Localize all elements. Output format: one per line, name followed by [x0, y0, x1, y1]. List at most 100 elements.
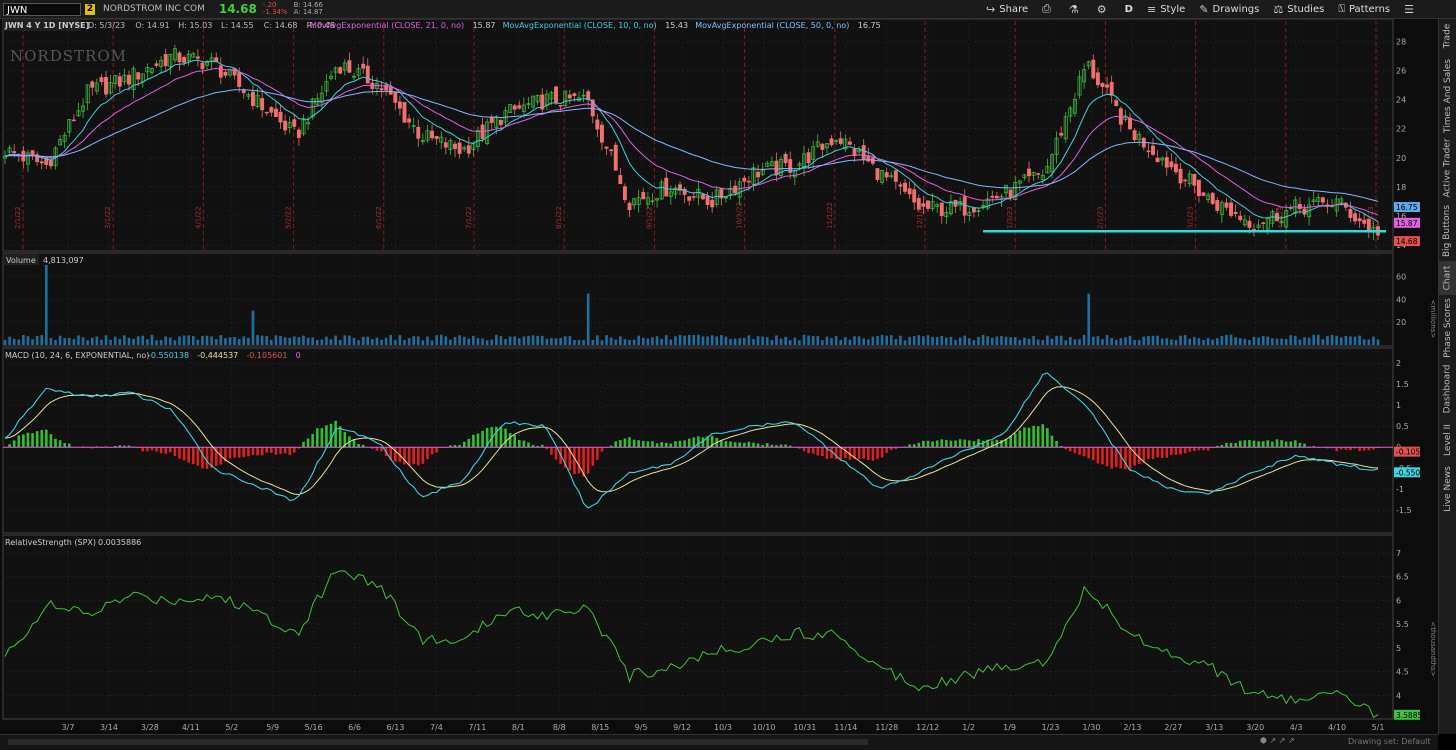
- candle-body: [40, 162, 43, 163]
- chart-area[interactable]: 2/1/223/1/224/1/225/2/226/1/227/1/228/1/…: [0, 19, 1438, 738]
- volume-bar: [376, 338, 379, 345]
- candle-body: [940, 203, 943, 216]
- x-tick: 10/31: [793, 723, 816, 732]
- volume-bar: [100, 340, 103, 345]
- share-button[interactable]: ↪Share: [986, 3, 1028, 16]
- candle-body: [1367, 219, 1370, 232]
- watermark: NORDSTROM: [10, 47, 127, 65]
- x-tick: 1/23: [1042, 723, 1060, 732]
- study-label: MovAvgExponential (CLOSE, 21, 0, no): [310, 21, 464, 30]
- volume-bar: [1055, 336, 1058, 345]
- volume-bar: [270, 340, 273, 345]
- tab-label: Dashboard: [1443, 365, 1453, 414]
- flask-button[interactable]: ⚗: [1069, 3, 1083, 16]
- macd-histogram-bar: [500, 427, 503, 447]
- volume-bar: [229, 337, 232, 345]
- patterns-button[interactable]: ⍂Patterns: [1338, 2, 1390, 16]
- volume-bar: [1202, 340, 1205, 345]
- tab-times-and-sales[interactable]: Times And Sales: [1439, 59, 1456, 133]
- volume-bar: [963, 336, 966, 345]
- macd-histogram-bar: [13, 440, 16, 447]
- volume-bar: [697, 335, 700, 345]
- volume-bar: [1285, 339, 1288, 345]
- volume-bar: [872, 337, 875, 345]
- print-button[interactable]: ⎙: [1042, 2, 1055, 16]
- macd-histogram-bar: [1143, 447, 1146, 462]
- macd-histogram-bar: [146, 447, 149, 451]
- x-tick: 5/2: [225, 723, 238, 732]
- volume-bar: [1276, 339, 1279, 345]
- candle-body: [1115, 101, 1118, 106]
- date-note-label: 5/2/22: [285, 206, 293, 229]
- horizontal-scrollbar[interactable]: [8, 739, 868, 745]
- bottom-tools[interactable]: ⬢ ↗ ↗ ↗: [1260, 736, 1295, 745]
- tab-live-news[interactable]: Live News: [1439, 465, 1456, 513]
- tab-big-buttons[interactable]: Big Buttons: [1439, 203, 1456, 259]
- volume-bar: [518, 338, 521, 345]
- volume-label[interactable]: Volume: [6, 256, 36, 265]
- macd-histogram-bar: [513, 435, 516, 447]
- date-note-label: 7/1/22: [465, 206, 473, 229]
- volume-bar: [1064, 340, 1067, 345]
- tab-level-ii[interactable]: Level II: [1439, 419, 1456, 461]
- volume-bar: [674, 336, 677, 345]
- symbol-input[interactable]: JWN: [3, 3, 81, 16]
- period-button[interactable]: D: [1125, 4, 1133, 15]
- studies-button[interactable]: ⚖Studies: [1273, 3, 1324, 16]
- x-tick: 11/28: [875, 723, 898, 732]
- volume-bar: [1354, 337, 1357, 345]
- volume-bar: [178, 336, 181, 345]
- volume-bar: [339, 340, 342, 345]
- settings-button[interactable]: ⚙: [1097, 3, 1111, 16]
- volume-bar: [4, 340, 7, 345]
- tab-chart[interactable]: Chart: [1439, 261, 1456, 295]
- chart-svg[interactable]: 2/1/223/1/224/1/225/2/226/1/227/1/228/1/…: [0, 19, 1438, 734]
- volume-bar: [679, 335, 682, 345]
- rs-label[interactable]: RelativeStrength (SPX): [5, 538, 96, 547]
- macd-histogram-bar: [1253, 441, 1256, 448]
- macd-histogram-bar: [1266, 440, 1269, 447]
- date-note-label: 9/1/22: [645, 206, 653, 229]
- x-tick: 2/27: [1164, 723, 1182, 732]
- tab-active-trader[interactable]: Active Trader: [1439, 137, 1456, 199]
- bottom-bar: ⬢ ↗ ↗ ↗ Drawing set: Default: [0, 734, 1438, 750]
- style-label: Style: [1160, 4, 1185, 15]
- tab-label: Big Buttons: [1443, 205, 1453, 257]
- last-price: 14.68: [219, 2, 257, 16]
- volume-bar: [725, 337, 728, 345]
- date-note-label: 3/1/23: [1187, 206, 1195, 229]
- more-button[interactable]: ☰: [1404, 3, 1418, 16]
- ohlc-value: D: 5/3/23: [88, 21, 125, 30]
- volume-bar: [1156, 336, 1159, 345]
- macd-histogram-bar: [614, 441, 617, 447]
- macd-histogram-bar: [334, 421, 337, 447]
- tab-trade[interactable]: Trade: [1439, 19, 1456, 53]
- volume-bar: [1188, 339, 1191, 345]
- volume-bar: [54, 340, 57, 345]
- volume-bar: [22, 335, 25, 345]
- volume-bar: [275, 335, 278, 345]
- volume-bar: [605, 335, 608, 345]
- candle-body: [1353, 214, 1356, 221]
- candle-body: [1037, 174, 1040, 175]
- volume-bar: [986, 336, 989, 345]
- tab-dashboard[interactable]: Dashboard: [1439, 361, 1456, 417]
- x-tick: 4/10: [1328, 723, 1346, 732]
- volume-bar: [1248, 340, 1251, 345]
- volume-bar: [183, 335, 186, 345]
- price-header[interactable]: JWN 4 Y 1D [NYSE]: [4, 21, 89, 30]
- candle-body: [389, 87, 392, 94]
- macd-histogram-bar: [968, 440, 971, 447]
- drawings-button[interactable]: ✎Drawings: [1199, 3, 1259, 16]
- candle-body: [490, 117, 493, 123]
- volume-bar: [1106, 335, 1109, 345]
- volume-bar: [408, 338, 411, 345]
- volume-bar: [821, 340, 824, 345]
- macd-histogram-bar: [1009, 436, 1012, 447]
- style-button[interactable]: ≡Style: [1147, 3, 1185, 16]
- link-group-badge[interactable]: 2: [85, 4, 95, 15]
- macd-histogram-bar: [238, 447, 241, 457]
- date-note-label: 10/3/22: [736, 202, 744, 229]
- volume-bar: [1041, 340, 1044, 345]
- tab-phase-scores[interactable]: Phase Scores: [1439, 297, 1456, 359]
